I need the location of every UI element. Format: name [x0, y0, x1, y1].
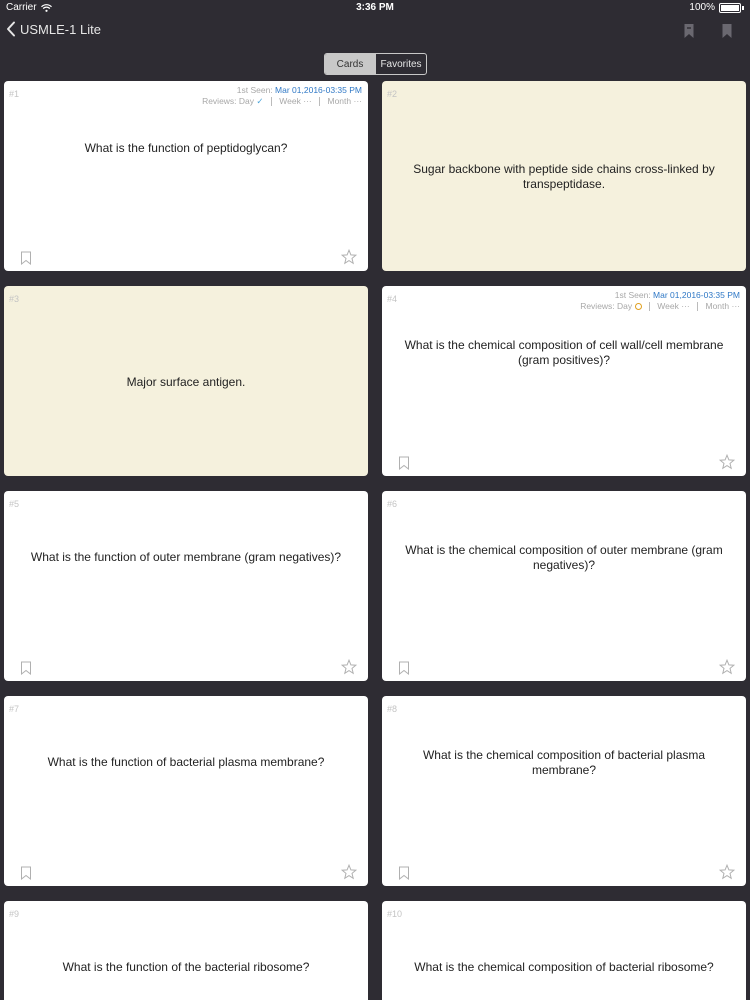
- first-seen-date: Mar 01,2016-03:35 PM: [275, 85, 362, 95]
- pending-circle-icon: [634, 303, 642, 311]
- bookmark-icon[interactable]: [20, 251, 32, 265]
- review-week: Week: [657, 301, 679, 311]
- divider: [270, 97, 272, 107]
- flashcard-10[interactable]: #10 What is the chemical composition of …: [382, 901, 746, 1000]
- flashcard-7[interactable]: #7 What is the function of bacterial pla…: [4, 696, 368, 886]
- card-text: What is the function of outer membrane (…: [30, 550, 342, 564]
- bookmark-icon[interactable]: [20, 661, 32, 675]
- first-seen-row: 1st Seen: Mar 01,2016-03:35 PM: [580, 290, 740, 301]
- reviews-row: Reviews: Day Week ··· Month ···: [580, 301, 740, 312]
- card-text: What is the function of peptidoglycan?: [84, 141, 288, 155]
- card-number: #2: [387, 89, 398, 99]
- star-icon[interactable]: [341, 249, 357, 265]
- review-week: Week: [279, 96, 301, 106]
- flashcard-4[interactable]: #4 1st Seen: Mar 01,2016-03:35 PM Review…: [382, 286, 746, 476]
- week-dots: ···: [681, 301, 690, 311]
- flashcard-6[interactable]: #6 What is the chemical composition of o…: [382, 491, 746, 681]
- first-seen-row: 1st Seen: Mar 01,2016-03:35 PM: [202, 85, 362, 96]
- star-icon[interactable]: [719, 454, 735, 470]
- star-icon[interactable]: [719, 659, 735, 675]
- card-text: What is the chemical composition of bact…: [414, 960, 714, 974]
- card-text: What is the function of bacterial plasma…: [47, 755, 325, 769]
- card-review-meta: 1st Seen: Mar 01,2016-03:35 PM Reviews: …: [202, 85, 362, 107]
- card-text: Major surface antigen.: [126, 375, 246, 389]
- review-month: Month: [327, 96, 352, 106]
- card-text: What is the chemical composition of oute…: [405, 543, 723, 572]
- month-dots: ···: [731, 301, 741, 311]
- card-number: #9: [9, 909, 20, 919]
- card-number: #8: [387, 704, 398, 714]
- flashcard-8[interactable]: #8 What is the chemical composition of b…: [382, 696, 746, 886]
- review-month: Month: [705, 301, 730, 311]
- card-text: What is the chemical composition of bact…: [422, 748, 706, 777]
- card-number: #3: [9, 294, 20, 304]
- bookmark-icon[interactable]: [398, 456, 410, 470]
- week-dots: ···: [303, 96, 312, 106]
- flashcard-1[interactable]: #1 1st Seen: Mar 01,2016-03:35 PM Review…: [4, 81, 368, 271]
- card-text: What is the chemical composition of cell…: [404, 338, 724, 367]
- first-seen-date: Mar 01,2016-03:35 PM: [653, 290, 740, 300]
- divider: [319, 97, 321, 107]
- first-seen-label: 1st Seen:: [614, 290, 651, 300]
- card-grid: #1 1st Seen: Mar 01,2016-03:35 PM Review…: [0, 0, 750, 1000]
- flashcard-3[interactable]: #3 Major surface antigen.: [4, 286, 368, 476]
- star-icon[interactable]: [341, 864, 357, 880]
- flashcard-9[interactable]: #9 What is the function of the bacterial…: [4, 901, 368, 1000]
- card-number: #6: [387, 499, 398, 509]
- card-number: #1: [9, 89, 20, 99]
- reviews-label: Reviews:: [202, 96, 237, 106]
- card-number: #10: [387, 909, 403, 919]
- card-number: #4: [387, 294, 398, 304]
- divider: [697, 302, 699, 312]
- checkmark-icon: ✓: [256, 96, 264, 106]
- card-text: Sugar backbone with peptide side chains …: [413, 162, 715, 191]
- star-icon[interactable]: [341, 659, 357, 675]
- divider: [648, 302, 650, 312]
- bookmark-icon[interactable]: [20, 866, 32, 880]
- review-day: Day: [617, 301, 633, 311]
- reviews-label: Reviews:: [580, 301, 615, 311]
- review-day: Day: [238, 96, 255, 106]
- bookmark-icon[interactable]: [398, 866, 410, 880]
- flashcard-2[interactable]: #2 Sugar backbone with peptide side chai…: [382, 81, 746, 271]
- bookmark-icon[interactable]: [398, 661, 410, 675]
- card-number: #5: [9, 499, 20, 509]
- card-number: #7: [9, 704, 20, 714]
- first-seen-label: 1st Seen:: [236, 85, 273, 95]
- card-text: What is the function of the bacterial ri…: [62, 960, 310, 974]
- card-review-meta: 1st Seen: Mar 01,2016-03:35 PM Reviews: …: [580, 290, 740, 312]
- reviews-row: Reviews: Day ✓ Week ··· Month ···: [202, 96, 362, 107]
- flashcard-5[interactable]: #5 What is the function of outer membran…: [4, 491, 368, 681]
- star-icon[interactable]: [719, 864, 735, 880]
- month-dots: ···: [353, 96, 363, 106]
